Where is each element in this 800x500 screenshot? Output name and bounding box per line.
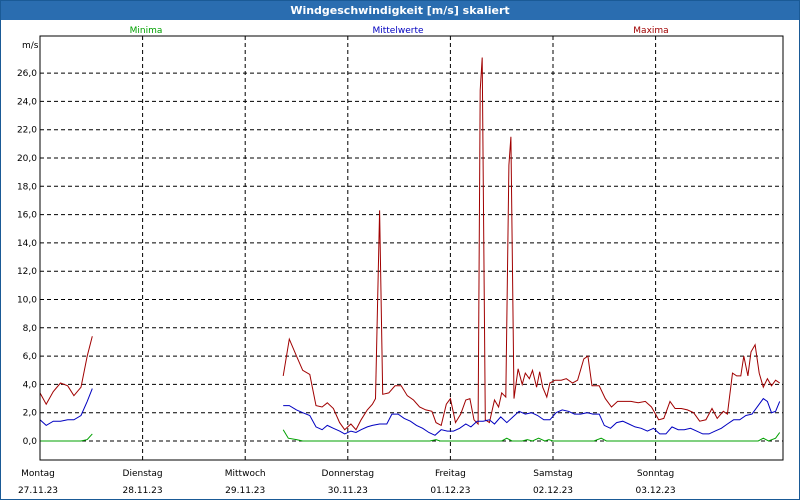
y-ticks: 0,0 2,0 4,0 6,0 8,0 10,0 12,0 14,0 16,0 18,0 20,0 2…: [17, 69, 37, 447]
x-tick-day: Donnerstag: [322, 469, 375, 479]
y-tick-label: 8,0: [23, 324, 38, 334]
x-tick-day: Freitag: [435, 469, 466, 479]
grid: [40, 36, 783, 460]
legend: Minima Mittelwerte Maxima: [130, 26, 669, 36]
wind-speed-chart: m/s 0,0 2,0 4,0 6,0 8,0 10,0 12,0 14,0 16,0 18,0 2…: [17, 26, 784, 496]
y-tick-label: 24,0: [17, 97, 37, 107]
legend-entry: Mittelwerte: [372, 26, 423, 36]
legend-entry: Maxima: [633, 26, 668, 36]
series-lines: [39, 57, 781, 442]
x-tick-date: 03.12.23: [636, 486, 676, 496]
x-tick-day: Mittwoch: [225, 469, 266, 479]
x-tick-date: 28.11.23: [123, 486, 163, 496]
x-tick-date: 27.11.23: [18, 486, 58, 496]
series-line-minima: [40, 433, 93, 442]
y-axis-label: m/s: [22, 41, 39, 51]
x-tick-date: 29.11.23: [225, 486, 265, 496]
y-tick-label: 18,0: [17, 182, 37, 192]
x-tick-day: Sonntag: [637, 469, 674, 479]
x-tick-date: 30.11.23: [328, 486, 368, 496]
y-tick-label: 2,0: [23, 409, 38, 419]
x-tick-date: 01.12.23: [430, 486, 470, 496]
series-line-maxima: [39, 336, 93, 406]
legend-entry: Minima: [130, 26, 163, 36]
y-tick-label: 20,0: [17, 154, 37, 164]
y-tick-label: 22,0: [17, 126, 37, 136]
y-tick-label: 10,0: [17, 296, 37, 306]
x-tick-day: Samstag: [533, 469, 572, 479]
x-tick-date: 02.12.23: [533, 486, 573, 496]
y-tick-label: 16,0: [17, 211, 37, 221]
y-tick-label: 0,0: [23, 437, 38, 447]
series-line-mittelwerte: [283, 397, 781, 436]
y-tick-label: 6,0: [23, 352, 38, 362]
y-tick-label: 12,0: [17, 267, 37, 277]
series-line-mittelwerte: [39, 388, 93, 427]
plot-frame: [39, 35, 784, 461]
x-ticks: Montag 27.11.23 Dienstag 28.11.23 Mittwoch 29…: [18, 469, 676, 496]
y-tick-label: 4,0: [23, 380, 38, 390]
x-tick-day: Montag: [21, 469, 55, 479]
series-line-maxima: [282, 57, 780, 431]
x-tick-day: Dienstag: [123, 469, 163, 479]
y-tick-label: 26,0: [17, 69, 37, 79]
y-tick-label: 14,0: [17, 239, 37, 249]
